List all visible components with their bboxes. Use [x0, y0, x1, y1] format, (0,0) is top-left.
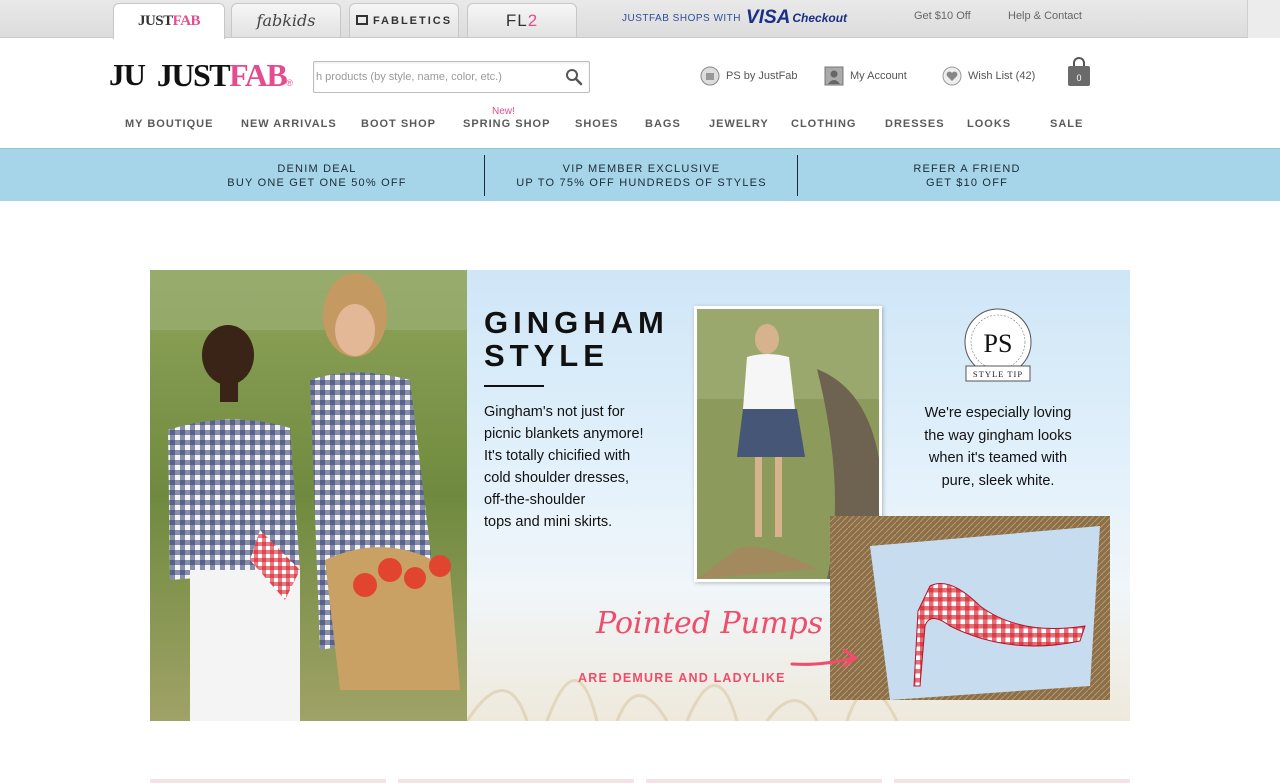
- fabletics-logo-icon: [355, 14, 368, 25]
- promo-vip-title: VIP MEMBER EXCLUSIVE: [562, 162, 721, 175]
- promo-divider: [797, 155, 798, 196]
- logo-registered-mark: ®: [286, 78, 293, 88]
- logo-name: JUST: [156, 56, 231, 93]
- promo-refer-friend[interactable]: REFER A FRIEND GET $10 OFF: [799, 149, 1135, 202]
- hero-body-line: off-the-shoulder: [484, 492, 586, 508]
- promo-refer-detail: GET $10 OFF: [925, 176, 1009, 189]
- wish-list-link[interactable]: Wish List (42): [942, 64, 1035, 88]
- hero-body-line: It's totally chicified with: [484, 448, 631, 464]
- promo-bar: DENIM DEAL BUY ONE GET ONE 50% OFF VIP M…: [0, 148, 1280, 201]
- nav-sale[interactable]: SALE: [1050, 118, 1083, 130]
- promo-vip-detail: UP TO 75% OFF HUNDREDS OF STYLES: [516, 176, 767, 189]
- new-tag: New!: [492, 106, 515, 117]
- main-nav: MY BOUTIQUE NEW ARRIVALS BOOT SHOP SPRIN…: [0, 118, 1280, 138]
- justfab-logo[interactable]: JU JUSTFAB ®: [109, 57, 293, 93]
- nav-my-boutique[interactable]: MY BOUTIQUE: [125, 118, 213, 130]
- tab-justfab-accent: FAB: [172, 13, 201, 29]
- logo-accent: FAB: [229, 56, 288, 93]
- style-tip-text: We're especially loving the way gingham …: [894, 402, 1102, 492]
- models-photo: [150, 270, 467, 721]
- preview-tile: [646, 779, 882, 783]
- hero-body-line: tops and mini skirts.: [484, 514, 613, 530]
- visa-checkout-label: Checkout: [792, 11, 848, 25]
- hero-body-line: picnic blankets anymore!: [484, 426, 644, 442]
- ps-badge-label: STYLE TIP: [973, 369, 1023, 379]
- gingham-pump-photo: [830, 516, 1110, 700]
- visa-logo: VISA: [746, 7, 791, 28]
- logo-monogram: JU: [109, 57, 146, 92]
- tab-justfab[interactable]: JUSTFAB: [113, 3, 225, 39]
- hero-body-line: cold shoulder dresses,: [484, 470, 630, 486]
- hero-title: GINGHAM STYLE: [484, 306, 669, 372]
- nav-spring-shop[interactable]: SPRING SHOP: [463, 118, 550, 130]
- promo-refer-title: REFER A FRIEND: [913, 162, 1021, 175]
- hero-banner[interactable]: GINGHAM STYLE Gingham's not just for pic…: [150, 270, 1130, 721]
- account-icon: [824, 66, 844, 86]
- get-10-off-link[interactable]: Get $10 Off: [914, 10, 971, 22]
- arrow-right-icon: [790, 648, 859, 668]
- style-tip-line: We're especially loving: [924, 405, 1072, 421]
- tab-fl2-accent: 2: [527, 10, 539, 30]
- search-box: [313, 61, 590, 93]
- nav-dresses[interactable]: DRESSES: [885, 118, 945, 130]
- hero-body-line: Gingham's not just for: [484, 404, 625, 420]
- nav-boot-shop[interactable]: BOOT SHOP: [361, 118, 436, 130]
- tab-fl2[interactable]: FL2: [467, 3, 577, 37]
- heart-icon: [942, 66, 962, 86]
- tab-fabletics-label: FABLETICS: [372, 14, 453, 27]
- scroll-corner: [1247, 0, 1280, 38]
- promo-denim-deal[interactable]: DENIM DEAL BUY ONE GET ONE 50% OFF: [150, 149, 484, 202]
- tab-fabkids-label: fabkids: [256, 11, 316, 30]
- ps-badge-monogram: PS: [984, 329, 1013, 358]
- nav-jewelry[interactable]: JEWELRY: [709, 118, 769, 130]
- preview-tile: [398, 779, 634, 783]
- ps-link-label: PS by JustFab: [726, 70, 798, 82]
- search-icon[interactable]: [565, 68, 583, 86]
- nav-looks[interactable]: LOOKS: [967, 118, 1011, 130]
- bag-count: 0: [1076, 73, 1081, 83]
- shopping-bag-icon[interactable]: 0: [1067, 57, 1091, 87]
- brand-bar: JUSTFAB fabkids FABLETICS FL2 JUSTFAB SH…: [0, 0, 1280, 39]
- style-tip-line: pure, sleek white.: [941, 472, 1055, 489]
- hero-title-line2: STYLE: [484, 338, 609, 373]
- wish-list-label: Wish List (42): [968, 70, 1036, 82]
- visa-checkout-banner[interactable]: JUSTFAB SHOPS WITH VISA Checkout: [622, 7, 848, 28]
- hero-title-rule: [484, 385, 544, 387]
- nav-shoes[interactable]: SHOES: [575, 118, 619, 130]
- tab-justfab-label: JUST: [137, 13, 173, 29]
- search-input[interactable]: [314, 62, 554, 92]
- tab-fabletics[interactable]: FABLETICS: [349, 3, 459, 37]
- style-tip-line: when it's teamed with: [928, 450, 1068, 466]
- hero-title-line1: GINGHAM: [484, 305, 669, 340]
- promo-denim-detail: BUY ONE GET ONE 50% OFF: [227, 176, 407, 189]
- promo-denim-title: DENIM DEAL: [277, 162, 357, 175]
- ps-icon: [700, 66, 720, 86]
- ps-by-justfab-link[interactable]: PS by JustFab: [700, 64, 798, 88]
- hero-body: Gingham's not just for picnic blankets a…: [484, 401, 684, 533]
- hero-subtitle: ARE DEMURE AND LADYLIKE: [578, 671, 786, 685]
- visa-prefix: JUSTFAB SHOPS WITH: [622, 12, 742, 24]
- tab-fabkids[interactable]: fabkids: [231, 3, 341, 37]
- preview-tile: [894, 779, 1130, 783]
- ps-style-tip-badge: PS STYLE TIP: [964, 308, 1032, 382]
- nav-bags[interactable]: BAGS: [645, 118, 681, 130]
- promo-divider: [484, 155, 485, 196]
- nav-clothing[interactable]: CLOTHING: [791, 118, 856, 130]
- nav-new-arrivals[interactable]: NEW ARRIVALS: [241, 118, 337, 130]
- promo-vip-exclusive[interactable]: VIP MEMBER EXCLUSIVE UP TO 75% OFF HUNDR…: [486, 149, 797, 202]
- tab-fl2-label: FL: [505, 10, 528, 30]
- my-account-link[interactable]: My Account: [824, 64, 907, 88]
- pointed-pumps-script: Pointed Pumps: [596, 606, 824, 641]
- style-tip-line: the way gingham looks: [924, 427, 1072, 444]
- account-link-label: My Account: [850, 70, 907, 82]
- next-section-preview: [150, 779, 1130, 783]
- preview-tile: [150, 779, 386, 783]
- help-contact-link[interactable]: Help & Contact: [1008, 10, 1082, 22]
